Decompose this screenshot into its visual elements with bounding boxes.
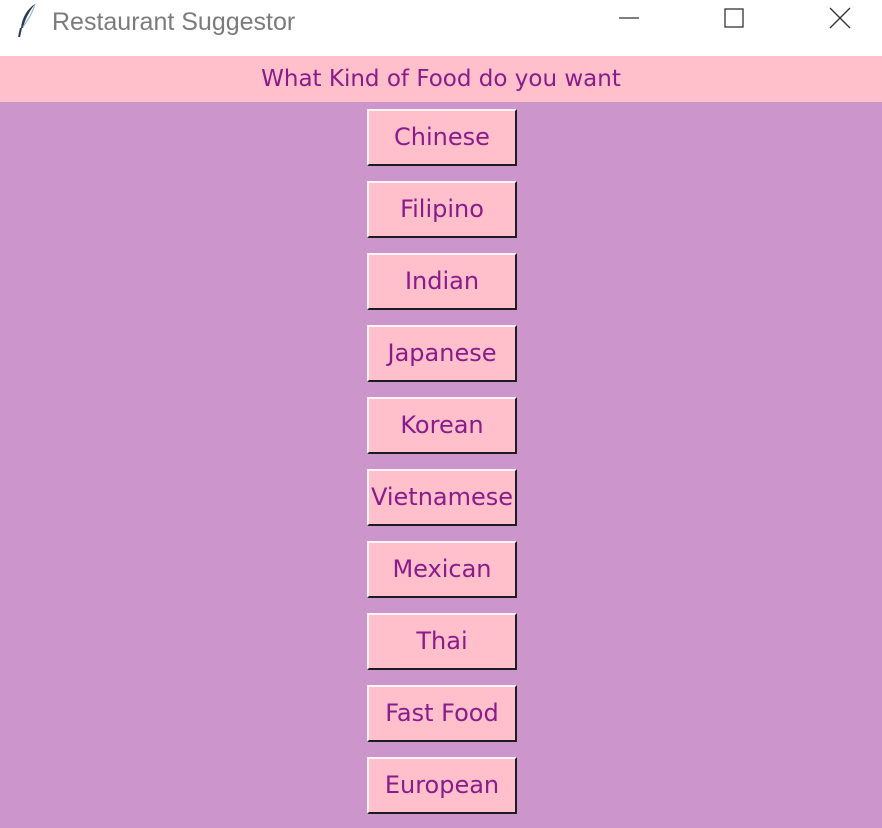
mexican-button[interactable]: Mexican — [367, 541, 517, 598]
vietnamese-button[interactable]: Vietnamese — [367, 469, 517, 526]
european-button[interactable]: European — [367, 757, 517, 814]
close-button[interactable] — [812, 0, 868, 40]
title-bar[interactable]: Restaurant Suggestor — [0, 0, 882, 55]
maximize-icon — [723, 7, 745, 33]
thai-button[interactable]: Thai — [367, 613, 517, 670]
client-area: What Kind of Food do you want Chinese Fi… — [0, 56, 882, 828]
app-window: Restaurant Suggestor What Kind of Food d… — [0, 0, 882, 828]
indian-button[interactable]: Indian — [367, 253, 517, 310]
feather-icon — [16, 2, 40, 40]
prompt-label: What Kind of Food do you want — [0, 56, 882, 102]
close-icon — [828, 6, 852, 34]
fast-food-button[interactable]: Fast Food — [367, 685, 517, 742]
minimize-button[interactable] — [601, 0, 657, 40]
minimize-icon — [618, 7, 640, 33]
window-title: Restaurant Suggestor — [52, 8, 296, 36]
filipino-button[interactable]: Filipino — [367, 181, 517, 238]
maximize-button[interactable] — [706, 0, 762, 40]
japanese-button[interactable]: Japanese — [367, 325, 517, 382]
food-button-list: Chinese Filipino Indian Japanese Korean … — [367, 109, 517, 828]
korean-button[interactable]: Korean — [367, 397, 517, 454]
chinese-button[interactable]: Chinese — [367, 109, 517, 166]
